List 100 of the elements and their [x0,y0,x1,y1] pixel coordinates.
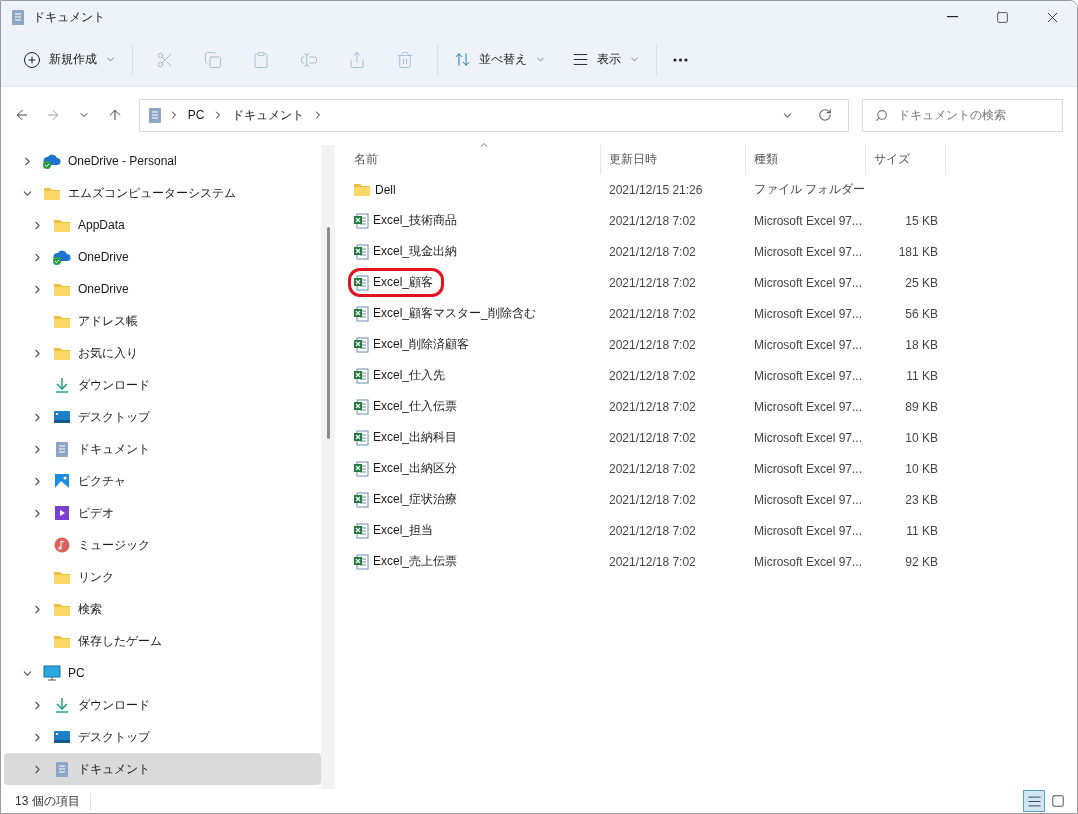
file-name[interactable]: Excel_症状治療 [373,491,458,508]
sidebar-label: OneDrive - Personal [68,154,177,168]
sidebar-item[interactable]: ミュージック [4,529,321,561]
spreadsheet-icon [353,460,369,477]
sidebar-label: ドキュメント [78,440,150,458]
sidebar-label: OneDrive [78,282,129,296]
sidebar-item[interactable]: ダウンロード [4,369,321,401]
column-header[interactable]: サイズ [866,145,946,174]
sidebar-item[interactable]: エムズコンピューターシステム [4,177,321,209]
sort-button[interactable]: 並べ替え [446,42,554,77]
modified-date: 2021/12/18 7:02 [609,554,696,569]
sidebar-item[interactable]: OneDrive [4,273,321,305]
item-count: 13 個の項目 [15,792,91,810]
folder-icon [53,601,71,617]
column-header[interactable]: 更新日時 [601,145,746,174]
modified-date: 2021/12/18 7:02 [609,461,696,476]
file-name[interactable]: Excel_担当 [373,522,434,539]
file-size: 15 KB [905,213,938,228]
file-name[interactable]: Excel_仕入先 [373,367,446,384]
modified-date: 2021/12/18 7:02 [609,492,696,507]
sidebar-item[interactable]: OneDrive [4,241,321,273]
file-size: 56 KB [905,306,938,321]
file-name[interactable]: Excel_顧客マスター_削除含む [373,305,536,322]
file-size: 89 KB [905,399,938,414]
file-name[interactable]: Excel_仕入伝票 [373,398,458,415]
modified-date: 2021/12/18 7:02 [609,244,696,259]
file-name[interactable]: Dell [375,182,396,197]
sidebar-item[interactable]: デスクトップ [4,721,321,753]
sidebar-item[interactable]: OneDrive - Personal [4,145,321,177]
file-name[interactable]: Excel_現金出納 [373,243,458,260]
sidebar-item[interactable]: ピクチャ [4,465,321,497]
file-name[interactable]: Excel_技術商品 [373,212,458,229]
spreadsheet-icon [353,398,369,415]
breadcrumb[interactable]: ドキュメント [230,106,307,124]
file-name[interactable]: Excel_出納区分 [373,460,458,477]
sidebar-item[interactable]: ドキュメント [4,753,321,785]
view-button[interactable]: 表示 [564,42,648,77]
folder-icon [353,182,371,197]
sidebar-item[interactable]: 保存したゲーム [4,625,321,657]
column-header[interactable]: 種類 [746,145,866,174]
modified-date: 2021/12/18 7:02 [609,523,696,538]
desktop-icon [53,410,71,424]
file-size: 10 KB [905,461,938,476]
cloud-icon [52,249,72,265]
sidebar-label: リンク [78,568,114,586]
modified-date: 2021/12/18 7:02 [609,337,696,352]
cloud-icon [42,153,62,169]
modified-date: 2021/12/18 7:02 [609,368,696,383]
folder-icon [53,313,71,329]
column-header[interactable]: 名前 [346,145,601,174]
file-type: Microsoft Excel 97... [754,523,863,538]
spreadsheet-icon [353,243,369,260]
search-field[interactable]: ドキュメントの検索 [898,99,1050,131]
file-name[interactable]: Excel_出納科目 [373,429,458,446]
modified-date: 2021/12/18 7:02 [609,430,696,445]
new-button[interactable]: 新規作成 [15,42,124,77]
file-name[interactable]: Excel_顧客 [373,274,434,291]
file-name[interactable]: Excel_削除済顧客 [373,336,470,353]
file-type: Microsoft Excel 97... [754,492,863,507]
breadcrumb[interactable]: PC [185,108,207,122]
folder-icon [53,281,71,297]
sidebar-item[interactable]: ダウンロード [4,689,321,721]
file-name[interactable]: Excel_売上伝票 [373,553,458,570]
sidebar-item[interactable]: ドキュメント [4,433,321,465]
file-size: 181 KB [898,244,938,259]
sidebar-item[interactable]: ビデオ [4,497,321,529]
address-bar[interactable]: PC ドキュメント [138,98,849,132]
document-icon [55,760,69,778]
trash-icon [396,50,414,69]
sidebar-label: アドレス帳 [78,312,138,330]
file-type: Microsoft Excel 97... [754,461,863,476]
sidebar-label: ドキュメント [78,760,150,778]
sidebar-item[interactable]: アドレス帳 [4,305,321,337]
sidebar-item[interactable]: AppData [4,209,321,241]
download-icon [54,377,70,393]
sort-arrows-icon [454,51,471,68]
document-icon [11,8,25,26]
search-box[interactable]: ドキュメントの検索 [862,98,1063,132]
file-size: 25 KB [905,275,938,290]
refresh-icon [817,108,832,122]
spreadsheet-icon [353,367,369,384]
sidebar-item[interactable]: お気に入り [4,337,321,369]
details-view-button[interactable] [1023,790,1045,812]
sidebar-item[interactable]: PC [4,657,321,689]
modified-date: 2021/12/18 7:02 [609,399,696,414]
spreadsheet-icon [353,429,369,446]
sidebar-label: デスクトップ [78,728,150,746]
sidebar-item[interactable]: 検索 [4,593,321,625]
sidebar-item[interactable]: リンク [4,561,321,593]
folder-icon [53,217,71,233]
modified-date: 2021/12/18 7:02 [609,306,696,321]
sidebar-item[interactable]: デスクトップ [4,401,321,433]
list-icon [1026,793,1042,809]
scrollbar[interactable] [321,145,335,789]
file-size: 11 KB [906,523,938,538]
sidebar-label: 検索 [78,600,102,618]
lines-icon [572,51,589,68]
file-type: Microsoft Excel 97... [754,554,863,569]
window-title: ドキュメント [33,8,106,26]
picture-icon [54,473,70,489]
